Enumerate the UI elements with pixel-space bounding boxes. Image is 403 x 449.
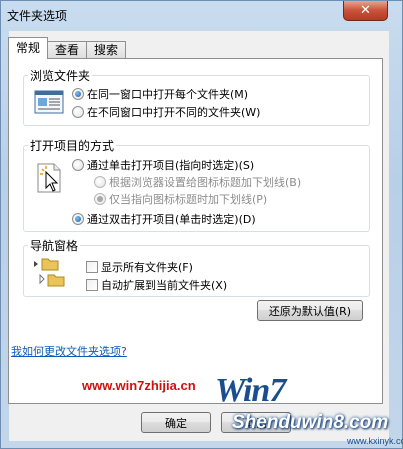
double-click-option[interactable]: 通过双击打开项目(单击时选定)(D) (72, 211, 256, 227)
logo-url-text: www.kxinyk.com (347, 436, 403, 446)
auto-expand-label: 自动扩展到当前文件夹(X) (101, 279, 228, 292)
same-window-folder-icon (34, 90, 64, 117)
win7-logo-text: Win7 (215, 372, 286, 409)
show-all-folders-checkbox[interactable] (86, 261, 98, 273)
tab-general[interactable]: 常规 (8, 37, 49, 59)
open-same-window-label: 在同一窗口中打开每个文件夹(M) (87, 88, 249, 101)
tab-search[interactable]: 搜索 (86, 41, 127, 59)
open-new-window-radio[interactable] (72, 106, 84, 118)
help-link[interactable]: 我如何更改文件夹选项? (11, 343, 127, 359)
double-click-label: 通过双击打开项目(单击时选定)(D) (87, 213, 256, 226)
single-click-option[interactable]: 通过单击打开项目(指向时选定)(S) (72, 157, 254, 173)
close-icon: ✕ (360, 3, 371, 18)
open-new-window-option[interactable]: 在不同窗口中打开不同的文件夹(W) (72, 104, 260, 120)
click-items-group: 打开项目的方式 通过单击打开项目(指向时选定)(S) 根据浏览器设置给图标标题加… (23, 137, 370, 232)
show-all-folders-label: 显示所有文件夹(F) (101, 261, 193, 274)
click-pointer-icon (36, 160, 64, 197)
close-button[interactable]: ✕ (343, 1, 388, 21)
window-title: 文件夹选项 (7, 9, 68, 23)
ok-button[interactable]: 确定 (141, 412, 211, 433)
show-all-folders-option[interactable]: 显示所有文件夹(F) (86, 259, 193, 275)
open-same-window-radio[interactable] (72, 88, 84, 100)
underline-point-label: 仅当指向图标标题时加下划线(P) (109, 193, 268, 206)
title-bar[interactable]: 文件夹选项 ✕ (1, 1, 402, 29)
auto-expand-option[interactable]: 自动扩展到当前文件夹(X) (86, 277, 227, 293)
nav-tree-folder-icon (32, 256, 72, 293)
browse-folders-group: 浏览文件夹 在同一窗口中打开每个文件夹(M) 在不同窗口中打开不同的文件夹(W) (23, 67, 370, 126)
auto-expand-checkbox[interactable] (86, 279, 98, 291)
underline-point-radio (94, 193, 106, 205)
nav-pane-title: 导航窗格 (28, 237, 81, 254)
watermark-site-text: www.win7zhijia.cn (82, 378, 196, 393)
underline-browser-option: 根据浏览器设置给图标标题加下划线(B) (94, 174, 301, 190)
single-click-radio[interactable] (72, 159, 84, 171)
win7-logo: Win7 (215, 372, 286, 410)
nav-pane-group: 导航窗格 显示所有文件夹(F) 自动扩展到当前文件夹(X) (23, 237, 370, 297)
general-tab-panel: 浏览文件夹 在同一窗口中打开每个文件夹(M) 在不同窗口中打开不同的文件夹(W)… (8, 58, 383, 404)
browse-folders-title: 浏览文件夹 (28, 67, 93, 84)
single-click-label: 通过单击打开项目(指向时选定)(S) (87, 159, 255, 172)
open-new-window-label: 在不同窗口中打开不同的文件夹(W) (87, 106, 261, 119)
underline-browser-radio (94, 176, 106, 188)
logo-site-text: Shenduwin8.com (232, 412, 389, 433)
click-items-title: 打开项目的方式 (28, 137, 117, 154)
underline-browser-label: 根据浏览器设置给图标标题加下划线(B) (109, 176, 302, 189)
open-same-window-option[interactable]: 在同一窗口中打开每个文件夹(M) (72, 86, 248, 102)
tab-view[interactable]: 查看 (47, 41, 88, 59)
double-click-radio[interactable] (72, 213, 84, 225)
underline-point-option: 仅当指向图标标题时加下划线(P) (94, 191, 267, 207)
restore-defaults-button[interactable]: 还原为默认值(R) (257, 300, 363, 321)
tab-strip: 常规 查看 搜索 (8, 37, 127, 59)
